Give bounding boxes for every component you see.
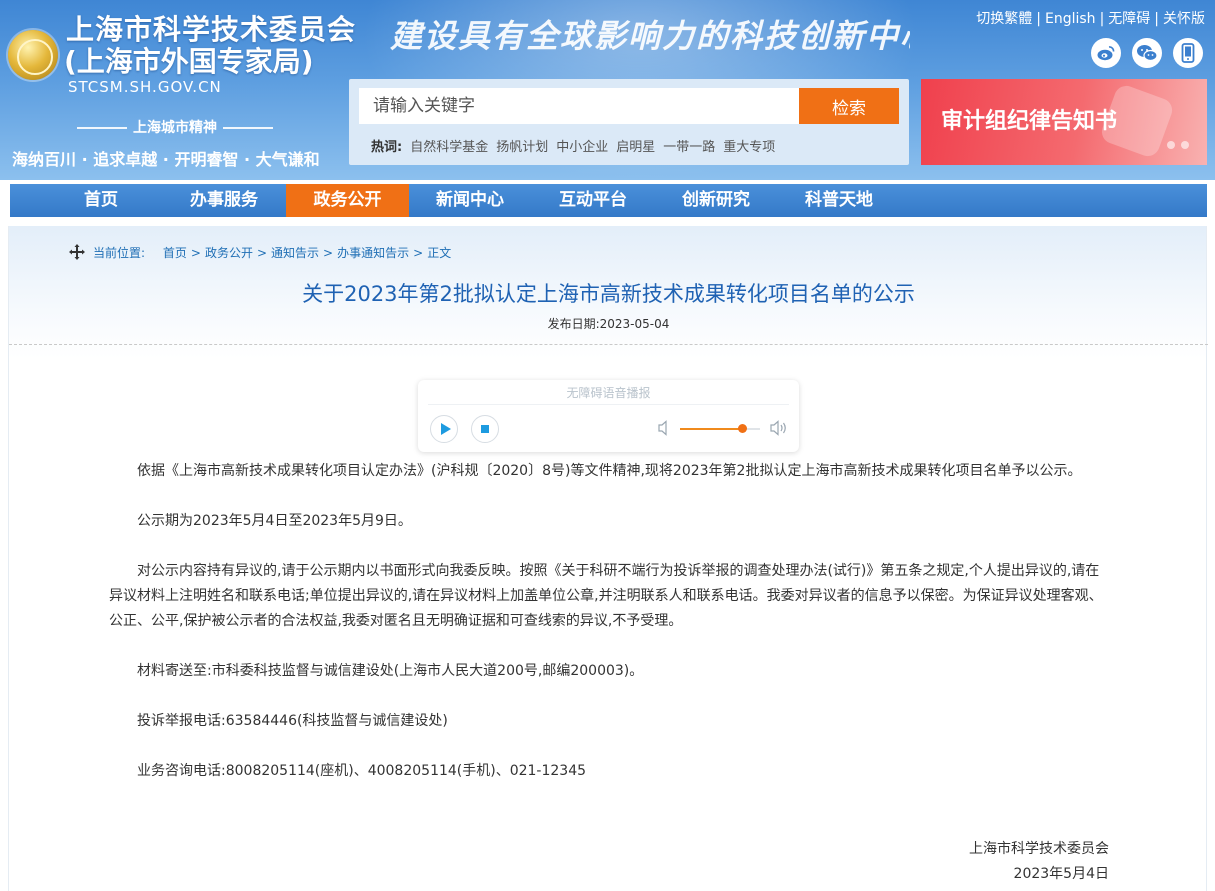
search-input[interactable] [359,88,799,124]
publish-date: 发布日期:2023-05-04 [547,317,670,331]
breadcrumb-home[interactable]: 首页 [163,246,187,260]
city-spirit-label-text: 上海城市精神 [133,120,217,136]
volume-high-icon-graphic [770,420,786,436]
banner-text: 审计组纪律告知书 [941,109,1118,134]
article-paragraph: 投诉举报电话:63584446(科技监督与诚信建设处) [137,713,448,729]
breadcrumb-separator: > [190,246,201,260]
site-title[interactable]: 上海市科学技术委员会 [66,14,356,46]
breadcrumb-separator: > [323,246,334,260]
audio-player-label: 无障碍语音播报 [566,386,651,400]
city-spirit-text: 海纳百川 · 追求卓越 · 开明睿智 · 大气谦和 [12,150,320,169]
weibo-icon-graphic [1097,46,1115,61]
mobile-icon[interactable] [1173,38,1203,68]
top-link-separator: | [1036,11,1041,27]
nav-item-government-affairs[interactable]: 政务公开 [286,184,409,217]
link-traditional-chinese[interactable]: 切换繁體 [976,11,1032,27]
stop-icon [481,425,489,433]
top-links: 切换繁體 | English | 无障碍 | 关怀版 [976,8,1205,28]
volume-slider[interactable] [680,424,760,433]
breadcrumb-service-notices[interactable]: 办事通知告示 [337,246,409,260]
site-header: 上海市科学技术委员会 (上海市外国专家局) STCSM.SH.GOV.CN 上海… [0,0,1215,180]
hotword-link[interactable]: 中小企业 [556,140,608,155]
location-icon [69,244,85,260]
pagination-dot[interactable] [1181,141,1189,149]
hotword-link[interactable]: 自然科学基金 [410,140,488,155]
wechat-icon[interactable] [1132,38,1162,68]
signature-date: 2023年5月4日 [1013,866,1109,882]
city-spirit-label: 上海城市精神 [60,117,290,137]
breadcrumb-government-affairs[interactable]: 政务公开 [205,246,253,260]
spirit-divider-left [77,127,127,129]
wechat-icon-graphic [1137,45,1158,62]
nav-item-innovation[interactable]: 创新研究 [660,184,772,217]
hotword-link[interactable]: 启明星 [616,140,655,155]
article-paragraph: 业务咨询电话:8008205114(座机)、4008205114(手机)、021… [137,763,587,779]
volume-slider-fill [680,428,743,430]
pagination-dot[interactable] [1167,141,1175,149]
hotwords-label: 热词: [371,140,403,155]
signature-organization: 上海市科学技术委员会 [969,841,1109,857]
breadcrumb-current: 正文 [427,246,452,260]
spirit-divider-right [223,127,273,129]
breadcrumb-label: 当前位置: [93,246,146,260]
top-link-separator: | [1099,11,1105,27]
link-accessibility[interactable]: 无障碍 [1108,11,1150,27]
nav-item-services[interactable]: 办事服务 [168,184,280,217]
audio-player: 无障碍语音播报 [418,380,799,452]
breadcrumb: 当前位置: 首页 > 政务公开 > 通知告示 > 办事通知告示 > 正文 [69,244,451,261]
article-body: 依据《上海市高新技术成果转化项目认定办法》(沪科规〔2020〕8号)等文件精神,… [109,459,1109,809]
volume-slider-knob[interactable] [738,424,748,433]
title-divider [9,344,1208,345]
volume-low-icon[interactable] [658,420,670,440]
article-paragraph: 材料寄送至:市科委科技监督与诚信建设处(上海市人民大道200号,邮编200003… [137,663,644,679]
article-paragraph: 对公示内容持有异议的,请于公示期内以书面形式向我委反映。按照《关于科研不端行为投… [109,563,1103,629]
calligraphy-slogan: 建设具有全球影响力的科技创新中心 [390,17,910,55]
play-icon [441,423,451,435]
main-nav: 首页 办事服务 政务公开 新闻中心 互动平台 创新研究 科普天地 [10,184,1207,217]
top-link-separator: | [1154,11,1159,27]
site-subtitle: (上海市外国专家局) [64,45,314,78]
search-button[interactable]: 检索 [799,88,899,124]
link-english[interactable]: English [1045,11,1096,27]
article-container: 当前位置: 首页 > 政务公开 > 通知告示 > 办事通知告示 > 正文 关于2023年第2批拟… [8,226,1208,891]
audit-notice-banner[interactable]: 审计组纪律告知书 [921,79,1207,165]
breadcrumb-separator: > [256,246,268,260]
site-emblem-icon[interactable] [8,30,58,80]
article-paragraph: 公示期为2023年5月4日至2023年5月9日。 [137,513,412,529]
stop-button[interactable] [471,415,499,443]
nav-item-interaction[interactable]: 互动平台 [537,184,649,217]
breadcrumb-separator: > [413,246,424,260]
hotword-link[interactable]: 一带一路 [663,140,715,155]
play-button[interactable] [430,415,458,443]
link-care-version[interactable]: 关怀版 [1163,11,1205,27]
article-title: 关于2023年第2批拟认定上海市高新技术成果转化项目名单的公示 [302,282,915,306]
volume-low-icon-graphic [658,420,667,436]
emblem-ring [17,39,53,75]
hotword-link[interactable]: 重大专项 [723,140,775,155]
hotwords: 热词: 自然科学基金 扬帆计划 中小企业 启明星 一带一路 重大专项 [371,136,783,155]
hotword-link[interactable]: 扬帆计划 [496,140,548,155]
weibo-icon[interactable] [1091,38,1121,68]
search-box: 检索 热词: 自然科学基金扬帆计划中小企业启明星一带一路重大专项 [349,79,909,165]
site-domain: STCSM.SH.GOV.CN [68,78,222,96]
nav-item-news[interactable]: 新闻中心 [414,184,526,217]
article-paragraph: 依据《上海市高新技术成果转化项目认定办法》(沪科规〔2020〕8号)等文件精神,… [137,463,1082,479]
location-icon-graphic [69,244,85,260]
nav-item-home[interactable]: 首页 [45,184,157,217]
volume-high-icon[interactable] [770,420,788,440]
nav-item-science-popularization[interactable]: 科普天地 [783,184,895,217]
breadcrumb-notices[interactable]: 通知告示 [271,246,319,260]
banner-pagination [1161,134,1189,153]
mobile-icon-graphic [1181,43,1195,63]
audio-player-divider [428,404,789,405]
